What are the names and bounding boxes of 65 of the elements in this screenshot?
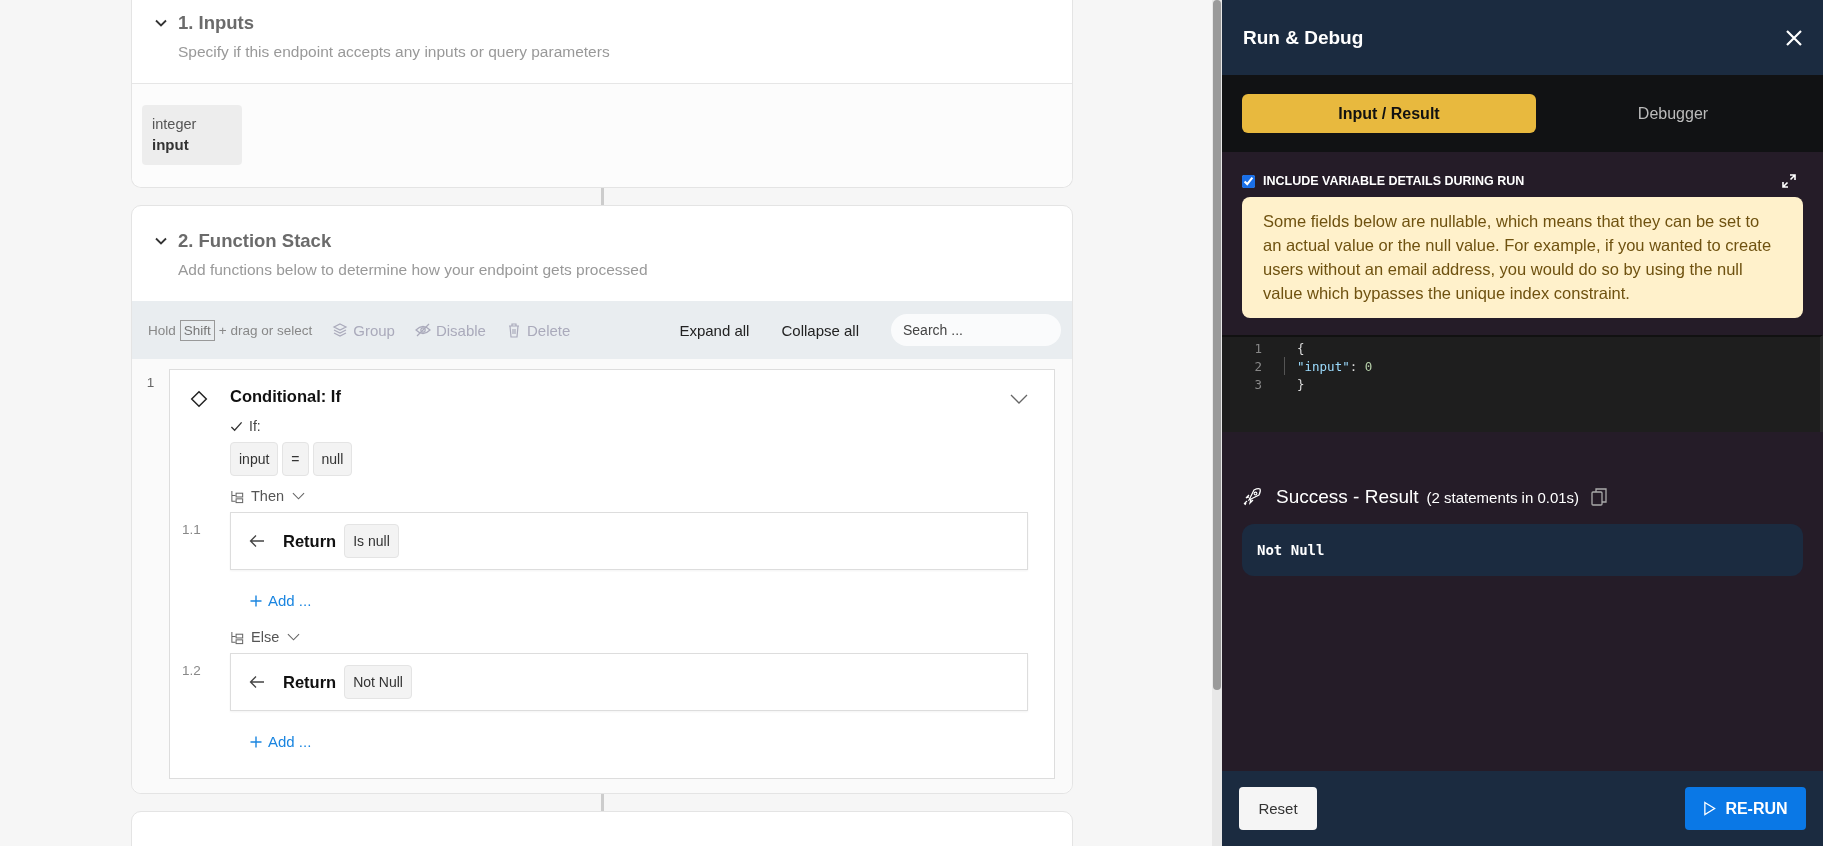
layers-icon	[332, 322, 349, 338]
scrollbar-thumb[interactable]	[1213, 0, 1221, 690]
diamond-icon	[190, 390, 208, 408]
code-line: }	[1297, 376, 1305, 392]
rerun-button[interactable]: RE-RUN	[1685, 787, 1806, 830]
condition-token[interactable]: input	[230, 442, 279, 476]
step-card[interactable]: Return Not Null	[230, 653, 1028, 711]
code-editor[interactable]: 1 { 2 "input": 0 3 }	[1222, 335, 1823, 432]
line-number: 3	[1253, 376, 1263, 392]
result-detail: (2 statements in 0.01s)	[1426, 489, 1580, 506]
line-number: 1	[1253, 340, 1263, 356]
code-line: {	[1297, 340, 1305, 356]
search-field[interactable]: Search ...	[891, 314, 1061, 346]
step-card[interactable]: Return Is null	[230, 512, 1028, 570]
step-number: 1	[145, 374, 156, 392]
section-subtitle: Specify if this endpoint accepts any inputs or query parameters	[178, 43, 611, 61]
expand-all-button[interactable]: Expand all	[679, 321, 750, 339]
step-number: 1.1	[182, 521, 202, 539]
notice-text: Some fields below are nullable, which means that they can be set to an actual value or the null value. For example, if you wanted to create users without an email address, you would do so by using the null value which bypasses the unique index constraint.	[1242, 197, 1803, 318]
input-parameter[interactable]: integer input	[142, 105, 242, 165]
panel-title: Run & Debug	[1243, 26, 1365, 49]
close-icon[interactable]	[1785, 28, 1803, 47]
section-title: 1. Inputs	[178, 12, 255, 34]
result-title: Success - Result	[1276, 486, 1419, 508]
branch-label[interactable]: Else	[251, 629, 280, 645]
step-keyword: Return	[283, 531, 337, 551]
plus-icon	[250, 735, 262, 748]
play-icon	[1703, 801, 1717, 816]
line-number: 2	[1253, 358, 1263, 374]
step-number: 1.2	[182, 662, 202, 680]
checkbox[interactable]	[1242, 174, 1255, 188]
arrow-left-icon	[249, 675, 265, 689]
return-value[interactable]: Not Null	[344, 665, 412, 699]
reset-button[interactable]: Reset	[1239, 787, 1317, 830]
branch-icon	[230, 488, 245, 504]
return-value[interactable]: Is null	[344, 524, 399, 558]
tab[interactable]: Debugger	[1543, 94, 1803, 133]
section-title: 2. Function Stack	[178, 230, 332, 252]
condition-token[interactable]: null	[312, 442, 353, 476]
code-line: "input": 0	[1297, 358, 1373, 374]
result-value: Not Null	[1242, 524, 1803, 576]
shift-key: Shift	[179, 319, 215, 341]
arrow-left-icon	[249, 534, 265, 548]
chevron-icon[interactable]	[1010, 394, 1028, 404]
checkbox-label: INCLUDE VARIABLE DETAILS DURING RUN	[1263, 174, 1525, 188]
branch-icon	[230, 629, 245, 645]
check-icon	[230, 419, 243, 433]
step-card[interactable]: Conditional: If If: input = null Then 1.1 Return Is null Add ... Else 1.2 Return Not Null Add ...	[169, 369, 1055, 779]
copy-icon[interactable]	[1591, 488, 1608, 506]
add-button[interactable]: Add ...	[250, 592, 312, 609]
plus-icon	[250, 594, 262, 607]
rocket-icon	[1242, 487, 1262, 507]
add-button[interactable]: Add ...	[250, 733, 312, 750]
section-subtitle: Add functions below to determine how your endpoint gets processed	[178, 261, 649, 279]
step-keyword: Return	[283, 672, 337, 692]
condition-token[interactable]: =	[282, 442, 309, 476]
step-title: Conditional: If	[230, 386, 341, 406]
condition-label: If:	[249, 418, 261, 434]
collapse-all-button[interactable]: Collapse all	[781, 321, 859, 339]
hint-text: Hold	[148, 322, 176, 338]
tab[interactable]: Input / Result	[1242, 94, 1536, 133]
expand-icon[interactable]	[1782, 174, 1796, 188]
branch-label[interactable]: Then	[251, 488, 285, 504]
hint-text: + drag or select	[218, 322, 313, 338]
eye-slash-icon	[414, 322, 431, 338]
